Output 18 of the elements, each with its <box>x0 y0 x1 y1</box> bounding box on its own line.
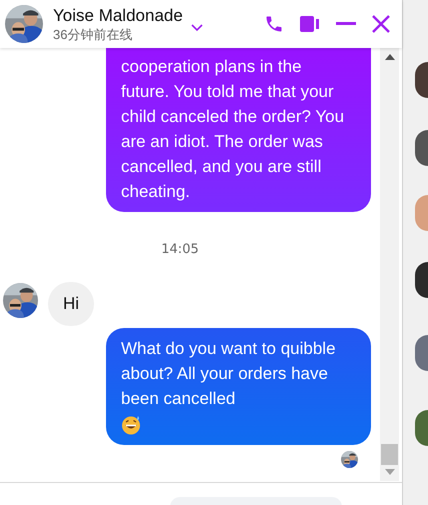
video-camera-icon[interactable] <box>300 15 320 33</box>
message-bubble: cooperation plans in the future. You told me that your child canceled the order? You are an idiot. The order was cancelled, and you are still cheating. <box>106 48 371 212</box>
contact-avatar[interactable] <box>415 130 428 166</box>
contact-avatar[interactable] <box>415 262 428 298</box>
scroll-thumb[interactable] <box>381 444 398 465</box>
chevron-down-icon[interactable] <box>190 24 203 32</box>
contact-avatar[interactable] <box>415 410 428 446</box>
minimize-icon[interactable] <box>336 22 356 26</box>
close-icon[interactable] <box>372 15 390 33</box>
message-time: 14:05 <box>161 241 199 259</box>
online-status: 36分钟前在线 <box>53 26 134 43</box>
message-bubble: Hi <box>48 282 94 326</box>
contact-avatar[interactable] <box>415 62 428 98</box>
phone-icon[interactable] <box>264 14 284 34</box>
scroll-up-icon[interactable] <box>384 54 394 60</box>
scrollbar[interactable] <box>380 48 399 481</box>
message-bubble: What do you want to quibble about? All your orders have been cancelled <box>106 328 371 444</box>
contact-name: Yoise Maldonade <box>53 5 183 26</box>
